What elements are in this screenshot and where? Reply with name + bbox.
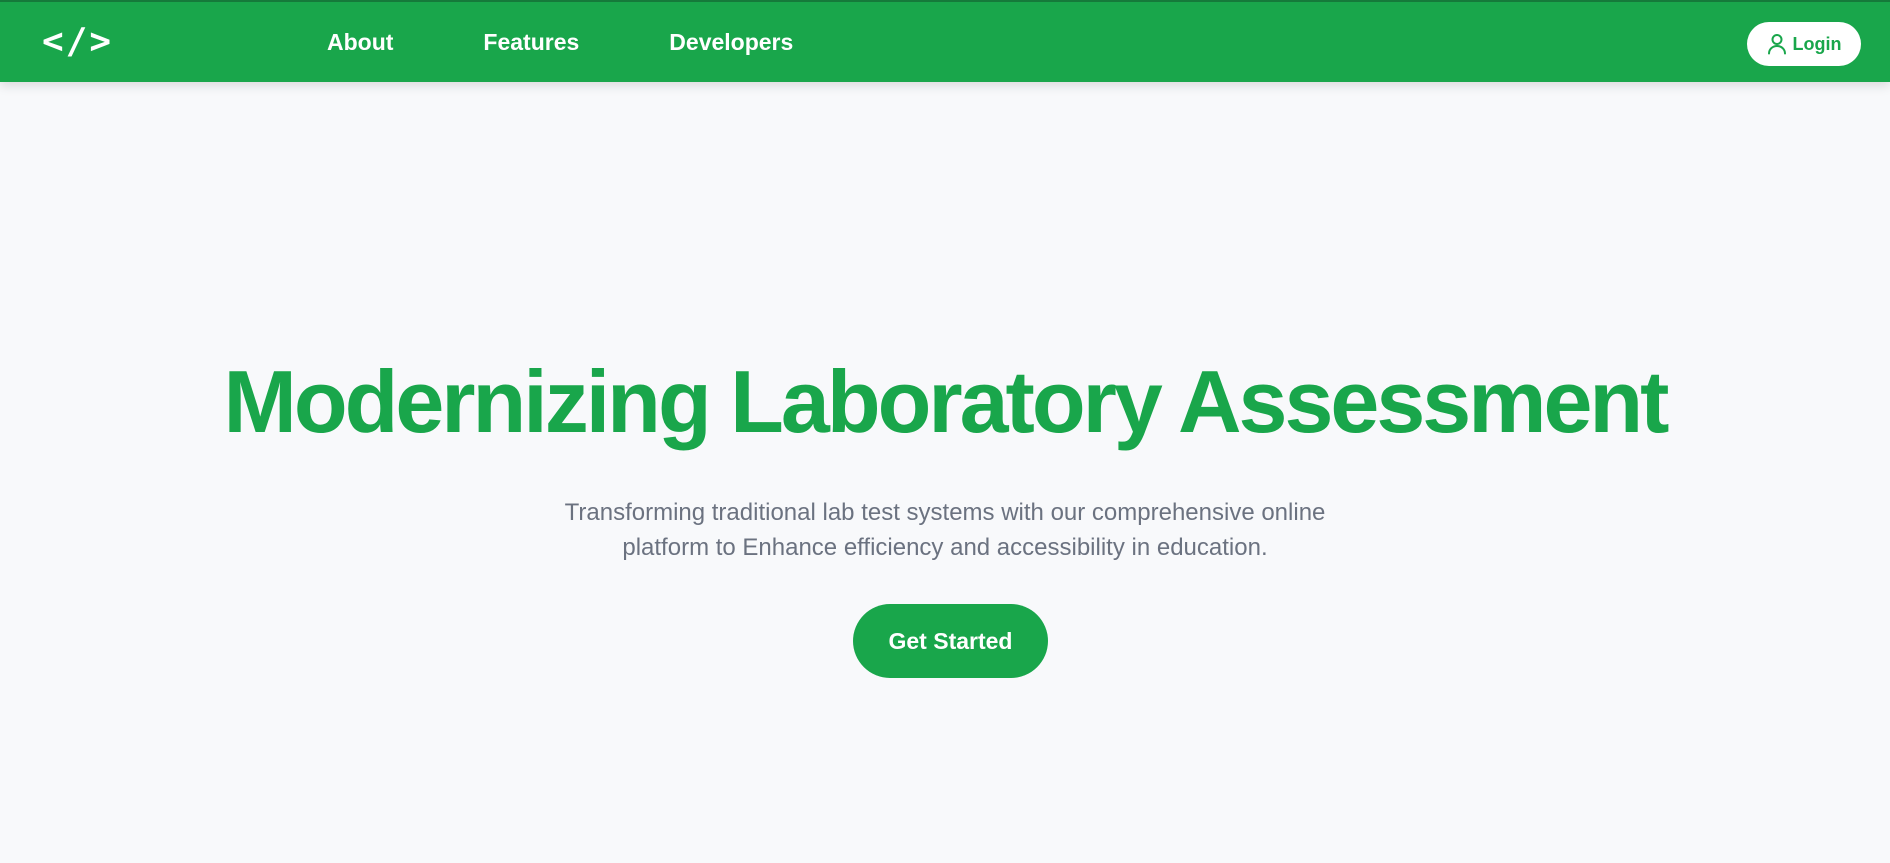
nav-link-developers[interactable]: Developers <box>669 29 793 56</box>
top-navbar: </> About Features Developers Login <box>0 0 1890 82</box>
hero-title: Modernizing Laboratory Assessment <box>223 352 1670 451</box>
nav-link-about[interactable]: About <box>327 29 393 56</box>
hero-section: Modernizing Laboratory Assessment Transf… <box>0 82 1890 863</box>
nav-link-features[interactable]: Features <box>483 29 579 56</box>
nav-links: About Features Developers <box>327 2 883 82</box>
user-icon <box>1767 33 1787 55</box>
logo-code-icon[interactable]: </> <box>42 24 113 60</box>
login-label: Login <box>1792 33 1842 54</box>
get-started-button[interactable]: Get Started <box>853 604 1048 678</box>
hero-subtitle: Transforming traditional lab test system… <box>564 499 1326 561</box>
login-button[interactable]: Login <box>1747 22 1861 66</box>
